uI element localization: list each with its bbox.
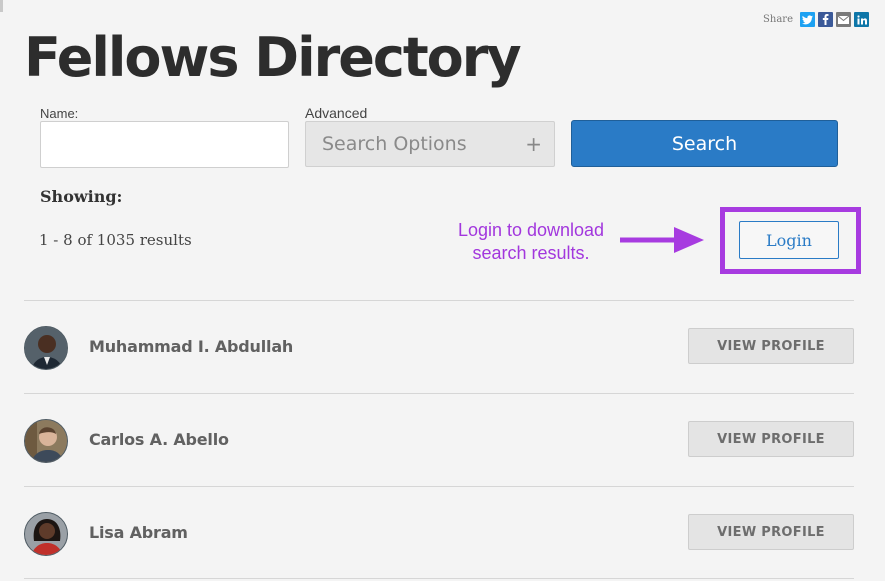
avatar[interactable] — [24, 419, 68, 463]
divider — [24, 486, 854, 487]
twitter-icon[interactable] — [800, 12, 815, 27]
annotation-line-2: search results. — [472, 243, 590, 263]
share-bar: Share — [763, 12, 869, 27]
divider — [24, 578, 854, 579]
view-profile-button[interactable]: VIEW PROFILE — [688, 421, 854, 457]
advanced-label: Advanced — [305, 105, 368, 121]
name-input[interactable] — [40, 121, 289, 168]
avatar[interactable] — [24, 326, 68, 370]
divider — [24, 300, 854, 301]
list-item: Carlos A. Abello VIEW PROFILE — [24, 418, 854, 464]
linkedin-icon[interactable] — [854, 12, 869, 27]
divider — [24, 393, 854, 394]
fellow-name[interactable]: Carlos A. Abello — [89, 430, 229, 449]
email-icon[interactable] — [836, 12, 851, 27]
advanced-search-options-label: Search Options — [322, 133, 467, 155]
share-label: Share — [763, 14, 793, 25]
fellow-name[interactable]: Lisa Abram — [89, 523, 188, 542]
showing-label: Showing: — [40, 187, 123, 206]
page-title: Fellows Directory — [24, 26, 522, 89]
avatar[interactable] — [24, 512, 68, 556]
annotation-text: Login to download search results. — [440, 219, 622, 265]
plus-icon: + — [525, 132, 542, 156]
list-item: Lisa Abram VIEW PROFILE — [24, 511, 854, 557]
login-button[interactable]: Login — [739, 221, 839, 259]
list-item: Muhammad I. Abdullah VIEW PROFILE — [24, 325, 854, 371]
annotation-line-1: Login to download — [457, 220, 605, 240]
view-profile-button[interactable]: VIEW PROFILE — [688, 328, 854, 364]
results-count: 1 - 8 of 1035 results — [39, 231, 192, 249]
left-edge-marker — [0, 0, 3, 12]
advanced-search-options-button[interactable]: Search Options + — [305, 121, 555, 167]
annotation-arrow-icon — [620, 227, 704, 253]
search-button[interactable]: Search — [571, 120, 838, 167]
view-profile-button[interactable]: VIEW PROFILE — [688, 514, 854, 550]
fellow-name[interactable]: Muhammad I. Abdullah — [89, 337, 293, 356]
facebook-icon[interactable] — [818, 12, 833, 27]
name-label: Name: — [40, 106, 79, 121]
